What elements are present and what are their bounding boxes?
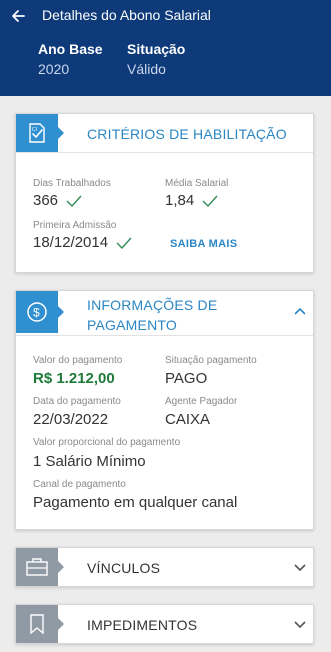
- admissao-value-row: 18/12/2014: [33, 234, 132, 251]
- media-value-row: 1,84: [165, 192, 218, 209]
- canal-value: Pagamento em qualquer canal: [33, 494, 238, 511]
- check-icon: [66, 195, 82, 208]
- svg-text:$: $: [33, 306, 40, 320]
- media-value: 1,84: [165, 192, 195, 209]
- agente-value: CAIXA: [165, 411, 211, 428]
- pagamento-title-line1: INFORMAÇÕES DE: [87, 297, 218, 313]
- certificate-check-icon: CI: [29, 123, 45, 143]
- data-pagamento-label: Data do pagamento: [33, 396, 121, 407]
- saiba-mais-link[interactable]: SAIBA MAIS: [170, 238, 237, 250]
- proporcional-value: 1 Salário Mínimo: [33, 453, 146, 470]
- agente-label: Agente Pagador: [165, 396, 238, 407]
- admissao-value: 18/12/2014: [33, 234, 109, 251]
- app-header: Detalhes do Abono Salarial Ano Base 2020…: [0, 0, 331, 96]
- ano-base-value: 2020: [38, 61, 70, 77]
- svg-text:CI: CI: [32, 127, 37, 133]
- check-icon: [116, 237, 132, 250]
- criterios-title: CRITÉRIOS DE HABILITAÇÃO: [87, 126, 287, 142]
- vinculos-title: VÍNCULOS: [87, 560, 161, 576]
- ano-base-label: Ano Base: [38, 41, 103, 57]
- situacao-value: Válido: [127, 61, 166, 77]
- arrow-left-icon: [12, 10, 25, 22]
- pagamento-card-header[interactable]: $ INFORMAÇÕES DE PAGAMENTO: [16, 291, 313, 333]
- vinculos-card[interactable]: VÍNCULOS: [15, 547, 314, 587]
- pagamento-icon-box: $: [16, 291, 64, 333]
- check-icon: [202, 195, 218, 208]
- chevron-down-icon[interactable]: [293, 560, 307, 574]
- criterios-card: CI CRITÉRIOS DE HABILITAÇÃO Dias Trabalh…: [15, 113, 314, 273]
- ano-base-block: Ano Base 2020: [38, 41, 103, 77]
- valor-value: R$ 1.212,00: [33, 370, 115, 387]
- page-title: Detalhes do Abono Salarial: [42, 7, 211, 23]
- dias-label: Dias Trabalhados: [33, 178, 111, 189]
- impedimentos-card[interactable]: IMPEDIMENTOS: [15, 604, 314, 644]
- bookmark-icon: [30, 614, 44, 634]
- chevron-down-icon[interactable]: [293, 617, 307, 631]
- canal-label: Canal de pagamento: [33, 479, 126, 490]
- briefcase-icon: [26, 558, 48, 576]
- situacao-pagamento-label: Situação pagamento: [165, 355, 257, 366]
- chevron-up-icon[interactable]: [293, 305, 307, 319]
- situacao-label: Situação: [127, 41, 186, 57]
- dias-value: 366: [33, 192, 59, 209]
- criterios-icon-box: CI: [16, 114, 64, 152]
- data-pagamento-value: 22/03/2022: [33, 411, 109, 428]
- pagamento-title-line2: PAGAMENTO: [87, 317, 177, 333]
- impedimentos-icon-box: [16, 605, 64, 643]
- pagamento-card: $ INFORMAÇÕES DE PAGAMENTO Valor do paga…: [15, 290, 314, 530]
- impedimentos-title: IMPEDIMENTOS: [87, 617, 198, 633]
- dollar-coin-icon: $: [27, 302, 47, 322]
- situacao-block: Situação Válido: [127, 41, 185, 77]
- impedimentos-card-header[interactable]: IMPEDIMENTOS: [16, 605, 313, 643]
- proporcional-label: Valor proporcional do pagamento: [33, 437, 181, 448]
- back-button[interactable]: [8, 6, 28, 26]
- pagamento-title: INFORMAÇÕES DE PAGAMENTO: [87, 295, 217, 335]
- situacao-pagamento-value: PAGO: [165, 370, 208, 387]
- vinculos-card-header[interactable]: VÍNCULOS: [16, 548, 313, 586]
- criterios-card-header: CI CRITÉRIOS DE HABILITAÇÃO: [16, 114, 313, 152]
- valor-label: Valor do pagamento: [33, 355, 123, 366]
- admissao-label: Primeira Admissão: [33, 220, 117, 231]
- media-label: Média Salarial: [165, 178, 229, 189]
- dias-value-row: 366: [33, 192, 82, 209]
- vinculos-icon-box: [16, 548, 64, 586]
